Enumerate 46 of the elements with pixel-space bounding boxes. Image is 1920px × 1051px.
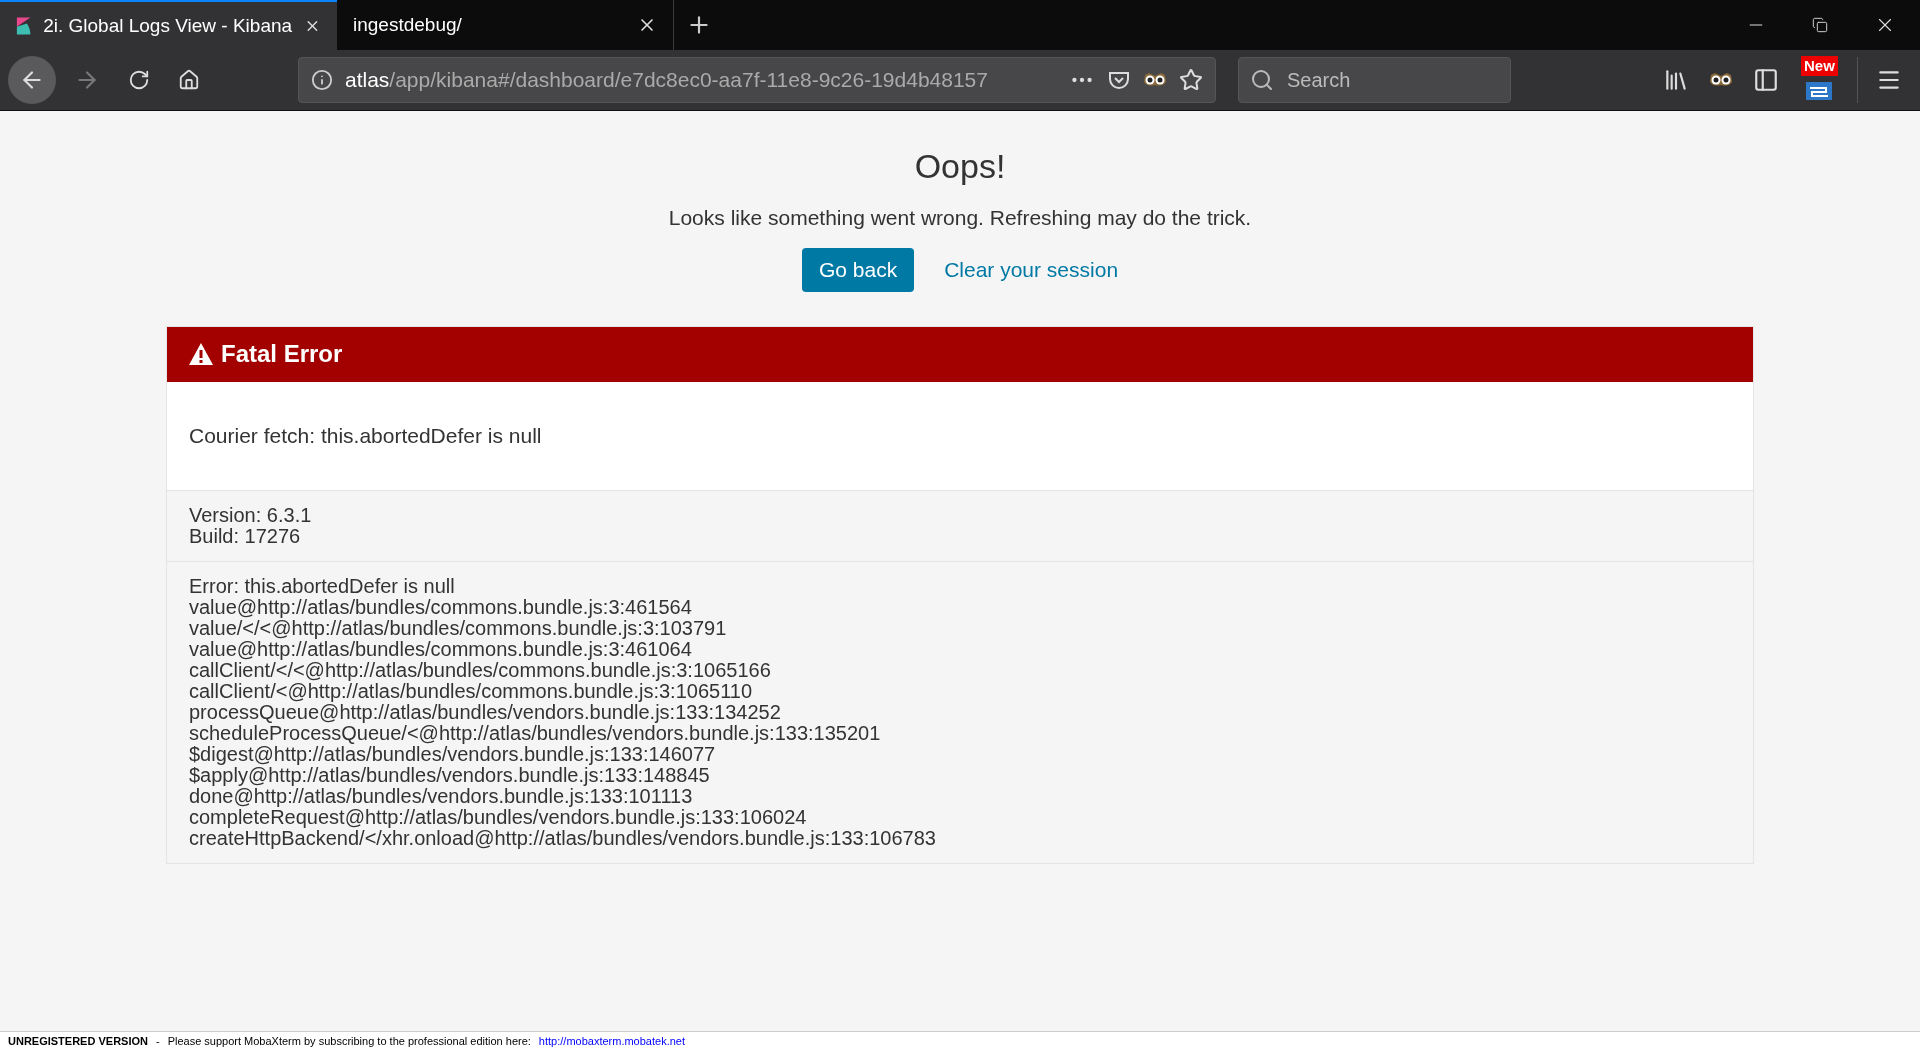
- search-field[interactable]: Search: [1238, 57, 1511, 103]
- address-bar[interactable]: atlas/app/kibana#/dashboard/e7dc8ec0-aa7f-11e8-9c26-19d4b48157: [298, 57, 1216, 103]
- error-title: Oops!: [914, 146, 1006, 187]
- stack-trace-line: value@http://atlas/bundles/commons.bundle.js:3:461564: [189, 596, 693, 618]
- support-text: Please support MobaXterm by subscribing to the professional edition here:: [167, 1034, 531, 1050]
- stack-trace-line: completeRequest@http://atlas/bundles/vendors.bundle.js:133:106024: [189, 806, 808, 828]
- mobaxterm-link[interactable]: http://mobaxterm.mobatek.net: [538, 1033, 685, 1050]
- stack-trace-line: $apply@http://atlas/bundles/vendors.bundle.js:133:148845: [189, 764, 710, 786]
- error-message: Looks like something went wrong. Refreshing may do the trick.: [668, 205, 1252, 231]
- restore-icon[interactable]: [1812, 17, 1828, 33]
- stack-trace-line: createHttpBackend/</xhr.onload@http://atlas/bundles/vendors.bundle.js:133:106783: [189, 827, 937, 849]
- stack-trace-line: processQueue@http://atlas/bundles/vendors.bundle.js:133:134252: [189, 701, 782, 723]
- clear-session-link[interactable]: Clear your session: [944, 253, 1119, 286]
- unregistered-label: UNREGISTERED VERSION: [8, 1034, 148, 1050]
- library-icon[interactable]: [1663, 67, 1689, 93]
- tab-title: 2i. Global Logs View - Kibana: [43, 13, 293, 38]
- info-icon[interactable]: [311, 69, 333, 91]
- go-back-button[interactable]: Go back: [801, 247, 915, 292]
- stack-trace-line: callClient/</<@http://atlas/bundles/commons.bundle.js:3:1065166: [189, 659, 772, 681]
- url-text: atlas/app/kibana#/dashboard/e7dc8ec0-aa7f-11e8-9c26-19d4b48157: [345, 67, 989, 94]
- version-info-line: Build: 17276: [189, 525, 302, 547]
- reload-icon[interactable]: [128, 69, 150, 91]
- fatal-error-message: Courier fetch: this.abortedDefer is null: [189, 422, 542, 449]
- new-badge: New: [1801, 56, 1838, 76]
- browser-tab[interactable]: 2i. Global Logs View - Kibana: [0, 0, 337, 50]
- home-icon[interactable]: [178, 69, 200, 91]
- version-info-line: Version: 6.3.1: [189, 504, 313, 526]
- stack-trace-line: value/</<@http://atlas/bundles/commons.bundle.js:3:103791: [189, 617, 728, 639]
- back-button[interactable]: [8, 56, 56, 104]
- sidebar-icon[interactable]: [1753, 67, 1779, 93]
- separator-text: -: [155, 1034, 160, 1050]
- stack-trace-line: scheduleProcessQueue/<@http://atlas/bundles/vendors.bundle.js:133:135201: [189, 722, 882, 744]
- owl-icon[interactable]: [1709, 72, 1733, 88]
- extension-icon[interactable]: [1806, 82, 1832, 100]
- owl-icon[interactable]: [1143, 72, 1167, 88]
- stack-trace-line: Error: this.abortedDefer is null: [189, 575, 456, 597]
- bookmark-star-icon[interactable]: [1179, 68, 1203, 92]
- tab-title: ingestdebug/: [353, 12, 463, 37]
- stack-trace-line: $digest@http://atlas/bundles/vendors.bundle.js:133:146077: [189, 743, 716, 765]
- kibana-logo-icon: [16, 15, 32, 37]
- fatal-error-title: Fatal Error: [221, 339, 343, 369]
- search-icon: [1250, 68, 1274, 92]
- warning-icon: [189, 343, 213, 365]
- stack-trace-line: value@http://atlas/bundles/commons.bundle.js:3:461064: [189, 638, 692, 660]
- stack-trace-line: callClient/<@http://atlas/bundles/commons.bundle.js:3:1065110: [189, 680, 753, 702]
- stack-trace-line: done@http://atlas/bundles/vendors.bundle.js:133:101113: [189, 785, 693, 807]
